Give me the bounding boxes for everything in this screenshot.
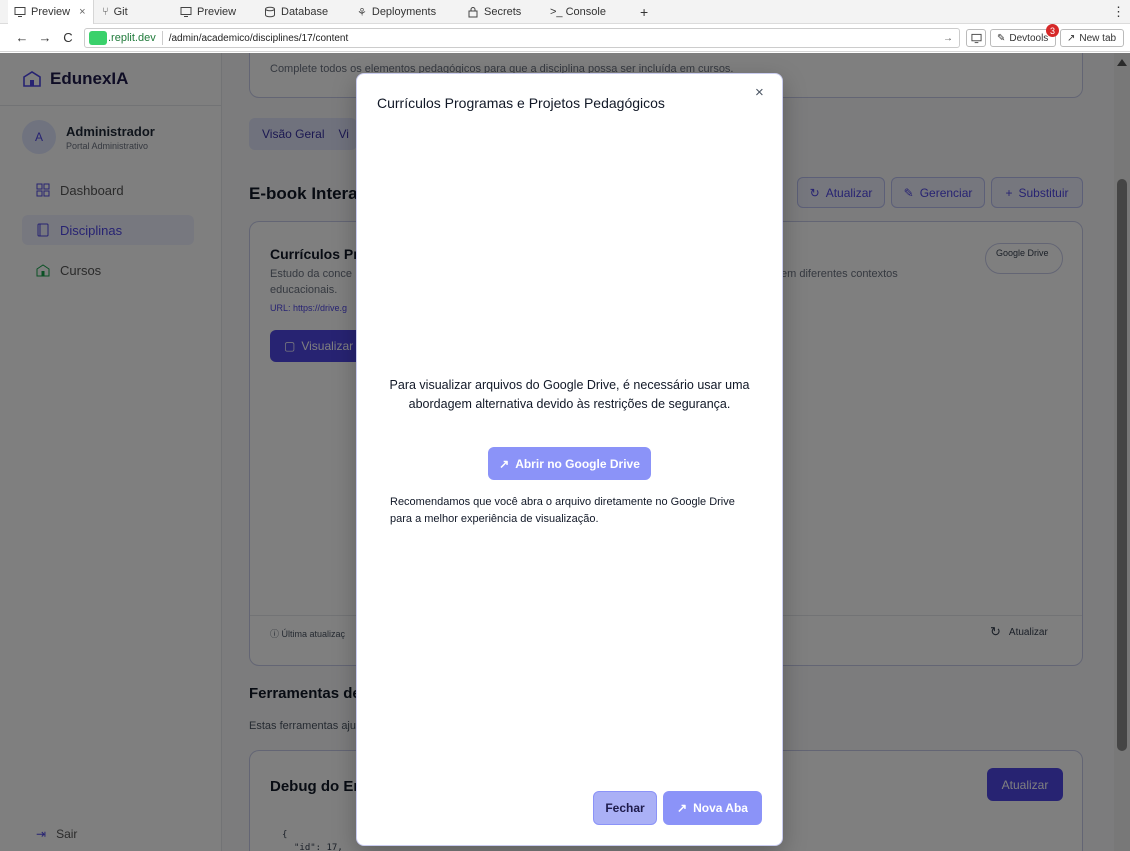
tab-database[interactable]: Database	[258, 0, 328, 24]
tab-label: Secrets	[484, 6, 522, 18]
new-tab-label: New tab	[1079, 32, 1117, 44]
reload-icon[interactable]: C	[60, 29, 76, 45]
open-label: Abrir no Google Drive	[515, 456, 640, 471]
database-icon	[265, 6, 275, 18]
wrench-icon: ✎	[997, 32, 1006, 44]
tab-console[interactable]: >_ Console	[544, 0, 606, 24]
lock-icon	[468, 7, 478, 18]
deploy-icon: ⚘	[357, 6, 367, 19]
new-tab-button[interactable]: ↗ New tab	[1060, 29, 1124, 47]
url-divider	[161, 31, 163, 45]
address-bar-row: ← → C .replit.dev /admin/academico/disci…	[0, 24, 1130, 52]
tab-label: Git	[113, 6, 128, 18]
external-link-icon: ↗	[677, 801, 688, 815]
git-icon: ⑂	[102, 6, 109, 18]
monitor-icon	[14, 7, 26, 17]
browser-tab-bar: Preview × ⑂ Git Preview Database ⚘ Deplo…	[0, 0, 1130, 24]
tab-deployments[interactable]: ⚘ Deployments	[351, 0, 436, 24]
tab-label: >_ Console	[550, 6, 606, 18]
back-arrow-icon[interactable]: ←	[14, 29, 30, 45]
tab-preview-2[interactable]: Preview	[174, 0, 236, 24]
tab-secrets[interactable]: Secrets	[461, 0, 521, 24]
modal-message: Para visualizar arquivos do Google Drive…	[389, 378, 750, 411]
forward-arrow-icon[interactable]: →	[37, 29, 53, 45]
tab-close-icon[interactable]: ×	[79, 6, 85, 18]
modal-title: Currículos Programas e Projetos Pedagógi…	[377, 95, 665, 111]
url-path: /admin/academico/disciplines/17/content	[168, 32, 349, 44]
tab-label: Preview	[31, 6, 71, 18]
new-tab-label: Nova Aba	[693, 801, 748, 815]
devtools-badge: 3	[1046, 24, 1059, 37]
modal-recommendation: Recomendamos que você abra o arquivo dir…	[390, 496, 735, 525]
tab-git[interactable]: ⑂ Git	[96, 0, 128, 24]
browser-menu-icon[interactable]: ⋮	[1106, 0, 1125, 24]
open-google-drive-button[interactable]: ↗ Abrir no Google Drive	[488, 447, 651, 480]
tab-label: Database	[281, 6, 329, 18]
new-tab-plus-icon[interactable]: +	[634, 0, 648, 24]
close-label: Fechar	[605, 801, 645, 815]
monitor-icon	[180, 7, 192, 17]
close-button[interactable]: Fechar	[593, 791, 657, 825]
url-domain: .replit.dev	[108, 32, 156, 44]
external-link-icon: ↗	[1067, 32, 1076, 44]
url-favicon	[89, 31, 107, 45]
go-arrow-icon[interactable]: →	[943, 33, 953, 44]
tab-preview[interactable]: Preview ×	[8, 0, 94, 24]
tab-label: Deployments	[371, 6, 437, 18]
new-tab-modal-button[interactable]: ↗ Nova Aba	[663, 791, 762, 825]
devtools-button[interactable]: ✎ Devtools 3	[990, 24, 1059, 47]
monitor-icon	[970, 33, 982, 43]
devtools-label: Devtools	[1009, 32, 1049, 44]
url-field[interactable]: .replit.dev /admin/academico/disciplines…	[84, 28, 960, 48]
tab-label: Preview	[197, 6, 237, 18]
screen-toggle-button[interactable]	[966, 29, 986, 47]
close-icon[interactable]: ×	[755, 84, 764, 101]
external-link-icon: ↗	[499, 456, 510, 471]
preview-modal: Currículos Programas e Projetos Pedagógi…	[356, 73, 783, 846]
